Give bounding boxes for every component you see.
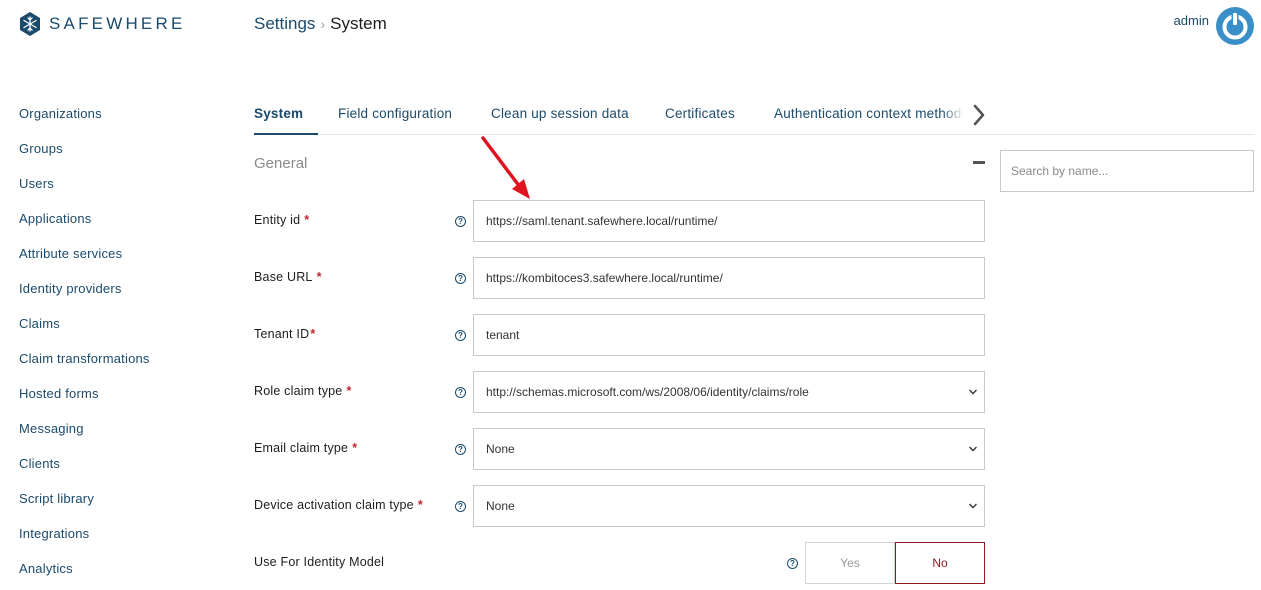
user-name[interactable]: admin [1174, 13, 1209, 28]
tenant-id-label-text: Tenant ID [254, 327, 310, 341]
active-tab-indicator [254, 133, 318, 135]
tab-certificates[interactable]: Certificates [665, 106, 735, 121]
tab-bar: System Field configuration Clean up sess… [254, 100, 1255, 135]
device-activation-claim-type-row: Device activation claim type * ? None [254, 485, 985, 527]
sidebar-item-hosted-forms[interactable]: Hosted forms [19, 386, 150, 421]
required-mark: * [310, 327, 316, 341]
entity-id-label-text: Entity id [254, 213, 301, 227]
toggle-yes-button[interactable]: Yes [805, 542, 895, 584]
search-input[interactable] [1000, 150, 1254, 192]
device-activation-claim-type-label-text: Device activation claim type [254, 498, 414, 512]
help-icon[interactable]: ? [455, 273, 466, 284]
section-title: General [254, 155, 308, 172]
required-mark: * [316, 270, 322, 284]
email-claim-type-select[interactable]: None [473, 428, 985, 470]
email-claim-type-value: None [486, 442, 515, 456]
use-for-identity-model-label: Use For Identity Model [254, 555, 385, 569]
breadcrumb-parent[interactable]: Settings [254, 14, 315, 34]
chevron-down-icon [969, 389, 977, 395]
entity-id-label: Entity id * [254, 213, 309, 227]
sidebar-item-integrations[interactable]: Integrations [19, 526, 150, 561]
brand-name: SAFEWHERE [49, 14, 186, 33]
device-activation-claim-type-value: None [486, 499, 515, 513]
required-mark: * [304, 213, 310, 227]
tab-authentication-context-methods[interactable]: Authentication context methods [774, 106, 964, 121]
sidebar-item-organizations[interactable]: Organizations [19, 106, 150, 141]
sidebar-item-applications[interactable]: Applications [19, 211, 150, 246]
role-claim-type-select[interactable]: http://schemas.microsoft.com/ws/2008/06/… [473, 371, 985, 413]
chevron-down-icon [969, 503, 977, 509]
sidebar-item-analytics[interactable]: Analytics [19, 561, 150, 590]
sidebar-item-groups[interactable]: Groups [19, 141, 150, 176]
base-url-label-text: Base URL [254, 270, 313, 284]
help-icon[interactable]: ? [455, 216, 466, 227]
tab-system[interactable]: System [254, 106, 303, 121]
email-claim-type-label-text: Email claim type [254, 441, 349, 455]
role-claim-type-value: http://schemas.microsoft.com/ws/2008/06/… [486, 385, 809, 399]
email-claim-type-row: Email claim type * ? None [254, 428, 985, 470]
role-claim-type-label-text: Role claim type [254, 384, 343, 398]
chevron-right-icon[interactable] [969, 102, 989, 128]
tenant-id-input[interactable]: tenant [473, 314, 985, 356]
help-icon[interactable]: ? [455, 444, 466, 455]
power-icon[interactable] [1215, 6, 1255, 46]
tab-clean-up-session-data[interactable]: Clean up session data [491, 106, 629, 121]
base-url-row: Base URL * ? https://kombitoces3.safewher… [254, 257, 985, 299]
use-for-identity-model-toggle: Yes No [805, 542, 985, 584]
breadcrumb: Settings › System [254, 14, 387, 34]
page-title: System [330, 14, 387, 33]
entity-id-input[interactable]: https://saml.tenant.safewhere.local/runt… [473, 200, 985, 242]
base-url-label: Base URL * [254, 270, 322, 284]
role-claim-type-label: Role claim type * [254, 384, 352, 398]
help-icon[interactable]: ? [455, 501, 466, 512]
help-icon[interactable]: ? [455, 387, 466, 398]
brand-logo[interactable]: SAFEWHERE [19, 12, 185, 36]
sidebar-item-claim-transformations[interactable]: Claim transformations [19, 351, 150, 386]
tab-fade [942, 102, 964, 128]
tab-overflow-clip: Authentication context methods [774, 106, 964, 126]
snowflake-icon [20, 12, 40, 36]
entity-id-row: Entity id * ? https://saml.tenant.safewhe… [254, 200, 985, 242]
sidebar-item-messaging[interactable]: Messaging [19, 421, 150, 456]
device-activation-claim-type-label: Device activation claim type * [254, 498, 423, 512]
sidebar-item-clients[interactable]: Clients [19, 456, 150, 491]
minus-icon[interactable] [973, 161, 985, 164]
sidebar-item-identity-providers[interactable]: Identity providers [19, 281, 150, 316]
required-mark: * [346, 384, 352, 398]
device-activation-claim-type-select[interactable]: None [473, 485, 985, 527]
sidebar-item-claims[interactable]: Claims [19, 316, 150, 351]
base-url-input[interactable]: https://kombitoces3.safewhere.local/runt… [473, 257, 985, 299]
tab-system-label: System [254, 106, 304, 121]
tenant-id-label: Tenant ID* [254, 327, 315, 341]
breadcrumb-separator-icon: › [320, 16, 326, 32]
sidebar-item-users[interactable]: Users [19, 176, 150, 211]
sidebar-nav: Organizations Groups Users Applications … [19, 106, 150, 590]
tab-field-configuration[interactable]: Field configuration [338, 106, 452, 121]
required-mark: * [352, 441, 358, 455]
user-menu[interactable]: admin [1174, 6, 1255, 46]
annotation-arrow-icon [481, 136, 530, 199]
sidebar-item-script-library[interactable]: Script library [19, 491, 150, 526]
toggle-no-button[interactable]: No [895, 542, 985, 584]
help-icon[interactable]: ? [455, 330, 466, 341]
required-mark: * [417, 498, 423, 512]
sidebar-item-attribute-services[interactable]: Attribute services [19, 246, 150, 281]
role-claim-type-row: Role claim type * ? http://schemas.micros… [254, 371, 985, 413]
tenant-id-row: Tenant ID* ? tenant [254, 314, 985, 356]
chevron-down-icon [969, 446, 977, 452]
use-for-identity-model-row: Use For Identity Model ? Yes No [254, 542, 985, 584]
help-icon[interactable]: ? [787, 558, 798, 569]
email-claim-type-label: Email claim type * [254, 441, 357, 455]
